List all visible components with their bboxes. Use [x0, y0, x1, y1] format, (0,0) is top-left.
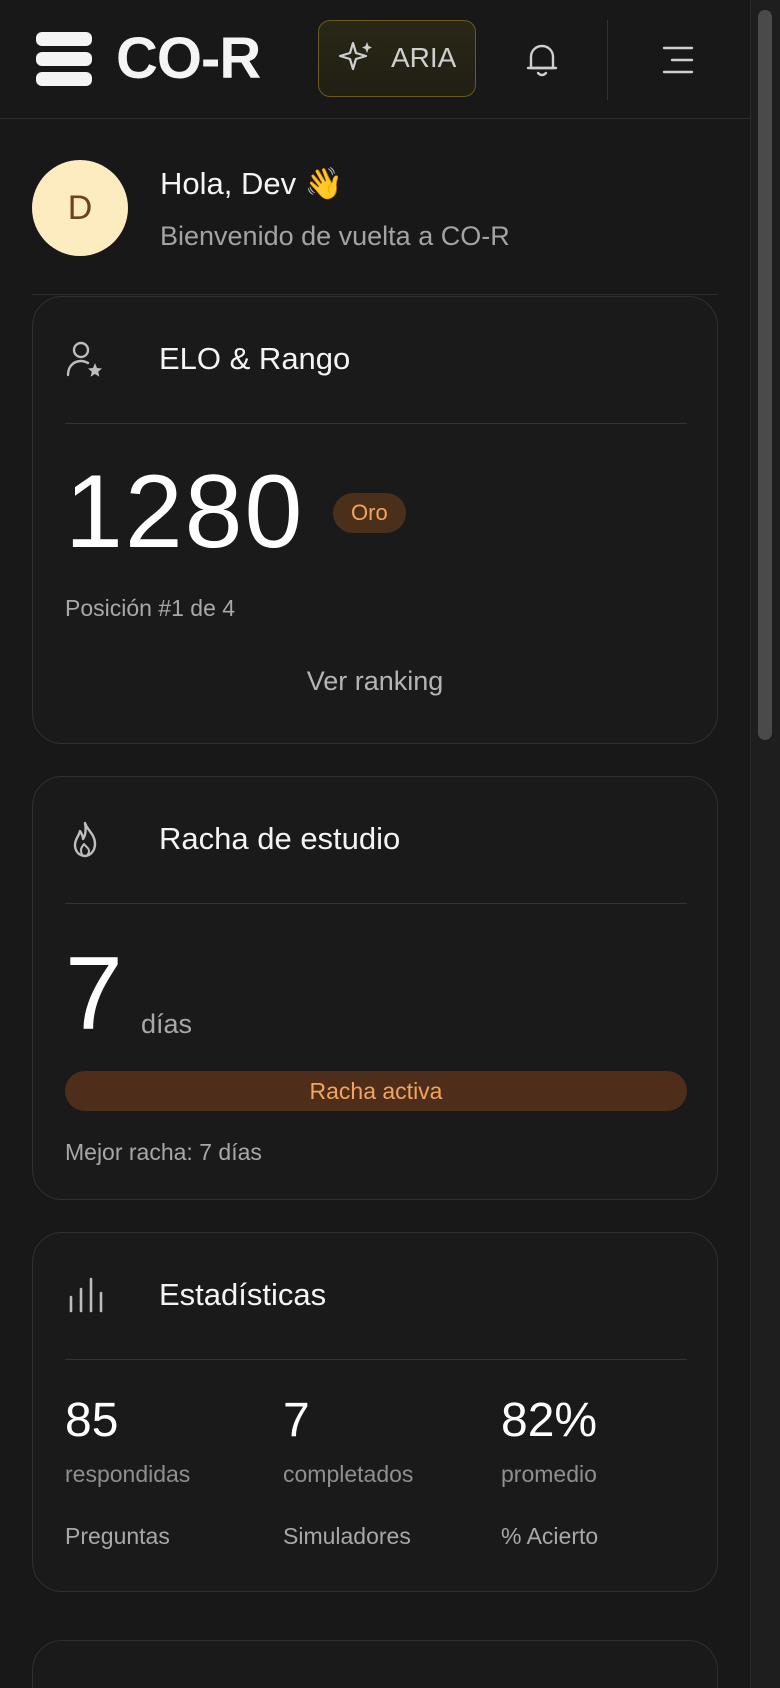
stat-value: 85	[65, 1394, 119, 1447]
app-logo-text[interactable]: CO-R	[116, 26, 261, 92]
stacked-layers-icon[interactable]	[36, 32, 92, 86]
stat-value: 82%	[501, 1394, 598, 1447]
streak-status-bar: Racha activa	[65, 1071, 687, 1111]
scrollbar-thumb[interactable]	[758, 10, 772, 740]
view-ranking-link[interactable]: Ver ranking	[33, 663, 717, 699]
streak-card-title: Racha de estudio	[159, 821, 401, 856]
bell-icon[interactable]	[522, 40, 562, 80]
stat-simulators: 7 completados Simuladores	[283, 1393, 483, 1551]
elo-card-title: ELO & Rango	[159, 341, 351, 376]
stat-accuracy: 82% promedio % Acierto	[501, 1393, 701, 1551]
ranking-position: Posición #1 de 4	[65, 595, 236, 621]
stats-card-divider	[65, 1359, 687, 1360]
stat-questions: 85 respondidas Preguntas	[65, 1393, 265, 1551]
stat-name: % Acierto	[501, 1523, 599, 1549]
next-card	[32, 1640, 718, 1688]
stats-card-title: Estadísticas	[159, 1277, 327, 1312]
streak-days-value: 7	[65, 936, 123, 1052]
stat-name: Simuladores	[283, 1523, 411, 1549]
top-header: CO-R ARIA	[0, 0, 750, 119]
avatar-initial: D	[67, 189, 93, 227]
best-streak: Mejor racha: 7 días	[65, 1139, 262, 1165]
stat-unit: completados	[283, 1461, 414, 1487]
stat-unit: respondidas	[65, 1461, 191, 1487]
sparkle-icon	[338, 41, 372, 71]
streak-days-unit: días	[141, 1009, 193, 1039]
stat-unit: promedio	[501, 1461, 597, 1487]
stats-card: Estadísticas 85 respondidas Preguntas 7 …	[32, 1232, 718, 1592]
aria-button-label: ARIA	[391, 42, 457, 73]
streak-card: Racha de estudio 7 días Racha activa Mej…	[32, 776, 718, 1200]
bar-chart-icon	[69, 1277, 103, 1313]
tier-badge: Oro	[333, 493, 406, 533]
greeting-title: Hola, Dev 👋	[160, 166, 344, 201]
stat-name: Preguntas	[65, 1523, 170, 1549]
flame-icon	[73, 821, 97, 858]
elo-card-divider	[65, 423, 687, 424]
stat-value: 7	[283, 1394, 310, 1447]
greeting-divider	[32, 294, 718, 295]
elo-value: 1280	[65, 454, 305, 570]
elo-card: ELO & Rango 1280 Oro Posición #1 de 4 Ve…	[32, 296, 718, 744]
user-star-icon	[66, 341, 102, 377]
avatar[interactable]: D	[32, 160, 128, 256]
greeting-subtitle: Bienvenido de vuelta a CO-R	[160, 221, 510, 251]
menu-icon[interactable]	[660, 44, 696, 76]
header-divider	[607, 20, 608, 100]
streak-card-divider	[65, 903, 687, 904]
aria-button[interactable]: ARIA	[318, 20, 476, 97]
